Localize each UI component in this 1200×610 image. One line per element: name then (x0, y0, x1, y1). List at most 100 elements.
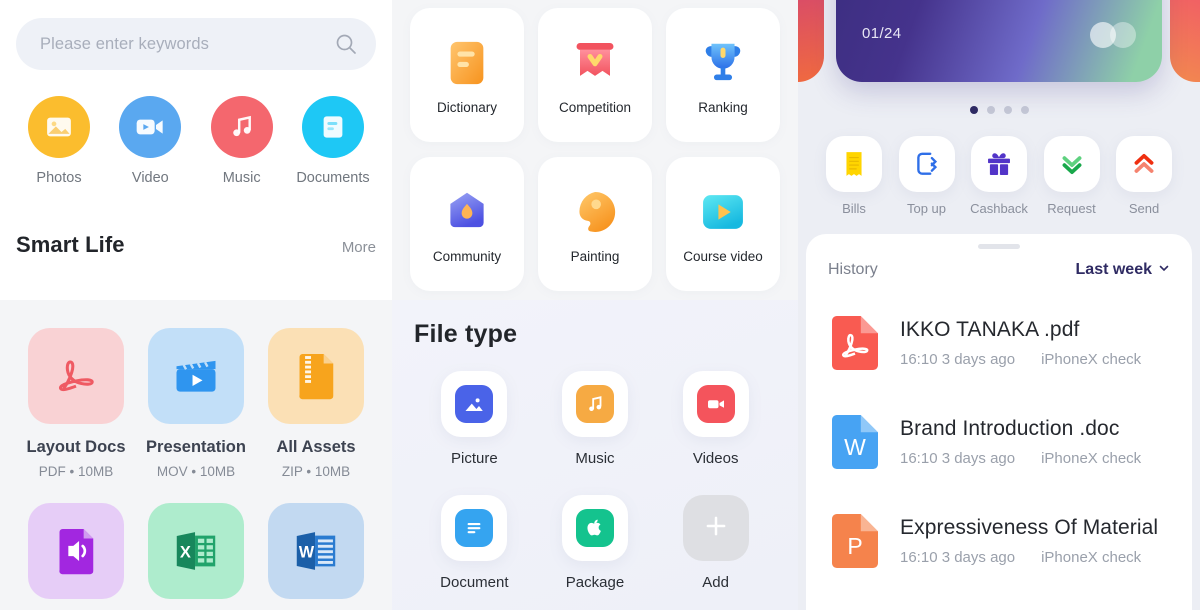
payment-card[interactable]: $4,776 01/24 (836, 0, 1162, 82)
file-type-package[interactable]: Package (540, 495, 650, 591)
file-type-label: Music (575, 450, 615, 467)
action-cashback[interactable]: Cashback (967, 136, 1031, 216)
card-carousel[interactable]: $4,776 01/24 (798, 0, 1200, 100)
history-item-title: Expressiveness Of Material (900, 515, 1159, 539)
file-type-tile (441, 495, 508, 561)
history-filter[interactable]: Last week (1076, 261, 1170, 279)
app-card-dictionary[interactable]: Dictionary (410, 8, 524, 142)
photo-icon (47, 117, 71, 137)
mastercard-icon (1090, 22, 1136, 48)
word-file-icon: W (828, 413, 882, 471)
file-meta: MOV • 10MB (156, 464, 236, 479)
chevrons-down-icon (1043, 136, 1100, 192)
file-grid: Layout Docs PDF • 10MB Presentation MOV … (0, 300, 392, 610)
doc-lines-icon (455, 509, 494, 547)
carousel-dot-2[interactable] (986, 106, 995, 114)
history-item-device: iPhoneX check (1041, 350, 1142, 368)
topup-icon (898, 136, 955, 192)
dictionary-icon (440, 36, 494, 90)
quick-item-music[interactable]: Music (203, 96, 281, 186)
history-item-time: 16:10 3 days ago (900, 350, 1016, 368)
action-row: Bills Top up Cashback Request Send (798, 114, 1200, 216)
card-peek-left[interactable] (798, 0, 824, 82)
history-item-device: iPhoneX check (1041, 449, 1142, 467)
action-request[interactable]: Request (1040, 136, 1104, 216)
carousel-dots[interactable] (798, 106, 1200, 114)
quick-item-label: Documents (296, 170, 370, 186)
document-icon (323, 116, 343, 138)
action-bills[interactable]: Bills (822, 136, 886, 216)
history-row[interactable]: IKKO TANAKA .pdf 16:10 3 days ago iPhone… (828, 293, 1170, 392)
chevron-down-icon (1158, 261, 1170, 279)
file-type-label: Add (702, 574, 729, 591)
history-row[interactable]: W Brand Introduction .doc 16:10 3 days a… (828, 392, 1170, 491)
photo-icon-circle (28, 96, 90, 158)
quick-item-label: Video (131, 170, 169, 186)
music-icon (232, 115, 251, 137)
file-card-mov[interactable]: Presentation MOV • 10MB (140, 328, 252, 479)
file-type-picture[interactable]: Picture (419, 371, 529, 467)
app-label: Community (432, 248, 502, 264)
file-card-pdf[interactable]: Layout Docs PDF • 10MB (20, 328, 132, 479)
quick-item-video[interactable]: Video (111, 96, 189, 186)
app-card-course-video[interactable]: Course video (666, 157, 780, 291)
action-label: Bills (842, 201, 866, 216)
history-item-device: iPhoneX check (1041, 548, 1142, 566)
app-card-community[interactable]: Community (410, 157, 524, 291)
file-type-music[interactable]: Music (540, 371, 650, 467)
file-type-grid: Picture Music Videos Document Package Ad… (414, 371, 776, 591)
app-label: Course video (683, 248, 763, 264)
left-top-card: Please enter keywords Photos Video Music… (0, 0, 392, 300)
file-type-label: Videos (692, 450, 739, 467)
svg-text:W: W (844, 434, 866, 460)
quick-item-documents[interactable]: Documents (294, 96, 372, 186)
history-header: History Last week (806, 249, 1192, 293)
history-title: History (828, 261, 878, 278)
history-row[interactable]: P Expressiveness Of Material 16:10 3 day… (828, 491, 1170, 590)
file-type-tile (682, 495, 749, 561)
action-label: Request (1047, 201, 1096, 216)
file-type-document[interactable]: Document (419, 495, 529, 591)
gift-icon (971, 136, 1027, 192)
app-card-ranking[interactable]: Ranking (666, 8, 780, 142)
search-icon[interactable] (334, 32, 358, 56)
app-card-painting[interactable]: Painting (538, 157, 652, 291)
file-type-tile (561, 495, 628, 561)
file-name: Layout Docs (26, 438, 126, 456)
file-meta: PDF • 10MB (38, 464, 114, 479)
file-card-excel[interactable]: X Layout Docs (140, 503, 252, 610)
receipt-icon (826, 136, 882, 192)
carousel-dot-3[interactable] (1003, 106, 1012, 114)
more-link[interactable]: More (342, 239, 376, 256)
file-type-tile (561, 371, 628, 437)
file-type-label: Document (440, 574, 509, 591)
app-label: Dictionary (436, 99, 498, 115)
carousel-dot-1[interactable] (969, 106, 978, 114)
app-label: Competition (558, 99, 632, 115)
file-type-tile (682, 371, 749, 437)
file-type-label: Package (565, 574, 625, 591)
carousel-dot-4[interactable] (1020, 106, 1029, 114)
svg-text:X: X (180, 543, 191, 562)
search-input[interactable]: Please enter keywords (40, 35, 334, 54)
file-type-videos[interactable]: Videos (661, 371, 771, 467)
action-topup[interactable]: Top up (895, 136, 959, 216)
card-peek-right[interactable] (1170, 0, 1200, 82)
action-send[interactable]: Send (1112, 136, 1176, 216)
file-card-audio[interactable]: Layout Docs (20, 503, 132, 610)
quick-access-row: Photos Video Music Documents (16, 96, 376, 186)
quick-item-label: Photos (36, 170, 82, 186)
app-label: Painting (570, 248, 620, 264)
quick-item-photos[interactable]: Photos (20, 96, 98, 186)
file-card-word[interactable]: W Layout Docs (260, 503, 372, 610)
app-label: Ranking (698, 99, 748, 115)
file-card-zip[interactable]: All Assets ZIP • 10MB (260, 328, 372, 479)
apps-section: Dictionary Competition Ranking Community… (392, 0, 798, 291)
svg-text:W: W (299, 543, 315, 561)
app-card-competition[interactable]: Competition (538, 8, 652, 142)
file-type-title: File type (414, 320, 518, 348)
file-type-add[interactable]: Add (661, 495, 771, 591)
file-name: All Assets (276, 438, 356, 456)
search-bar[interactable]: Please enter keywords (16, 18, 376, 70)
file-type-section: File type Picture Music Videos Document … (392, 300, 798, 610)
